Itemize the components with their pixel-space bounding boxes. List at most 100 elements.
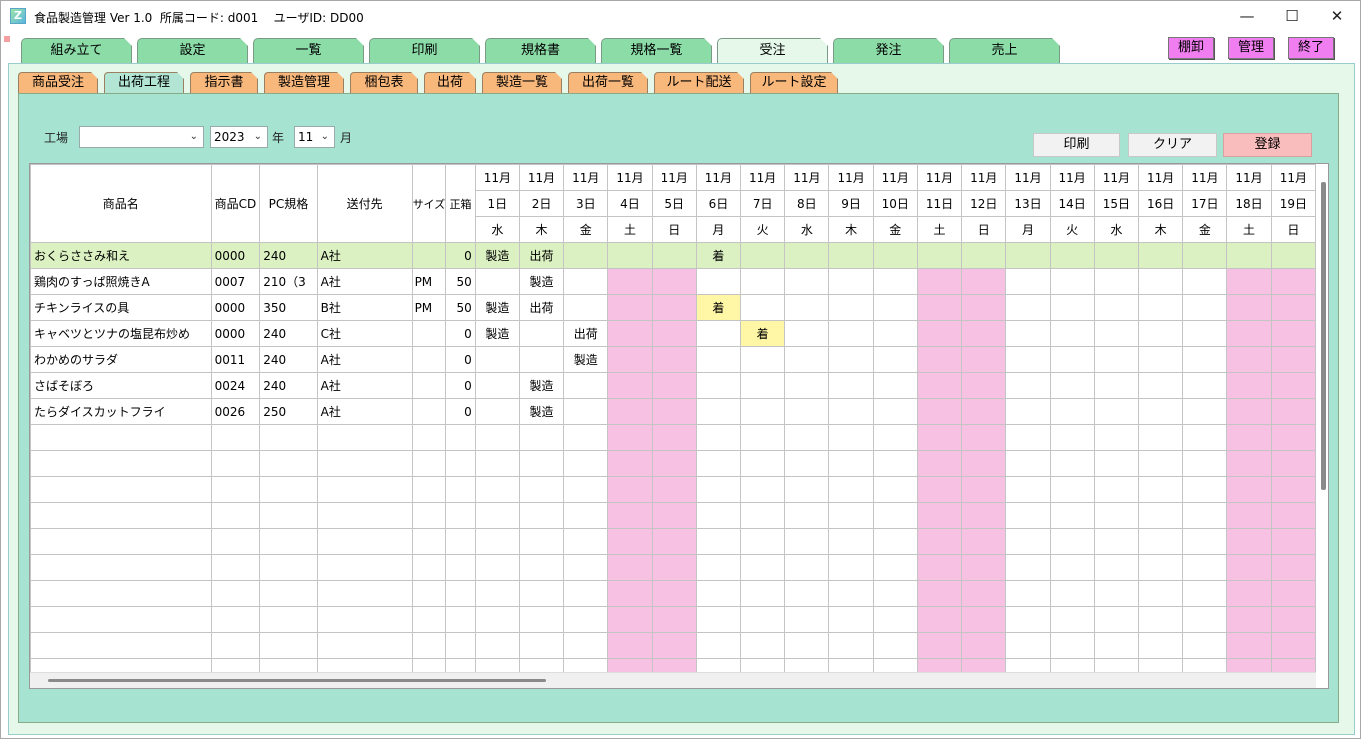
- cell-schedule-empty[interactable]: [695, 580, 742, 607]
- cell-schedule[interactable]: [1226, 346, 1272, 373]
- cell-schedule[interactable]: [1226, 268, 1272, 295]
- cell-schedule[interactable]: [1005, 346, 1051, 373]
- cell-schedule[interactable]: 製造: [474, 294, 520, 321]
- cell-schedule-empty[interactable]: [916, 580, 963, 607]
- cell-empty[interactable]: [30, 476, 212, 503]
- cell-schedule-empty[interactable]: [474, 606, 520, 633]
- cell-schedule[interactable]: [1182, 372, 1228, 399]
- cell-schedule-empty[interactable]: [916, 606, 963, 633]
- cell-schedule-empty[interactable]: [651, 658, 697, 672]
- cell-product-name[interactable]: チキンライスの具: [30, 294, 212, 321]
- cell-schedule-empty[interactable]: [872, 606, 918, 633]
- cell-schedule-empty[interactable]: [1093, 502, 1140, 529]
- cell-pc-spec[interactable]: 240: [259, 372, 318, 399]
- cell-size[interactable]: PM: [411, 268, 447, 295]
- cell-schedule-empty[interactable]: [651, 476, 697, 503]
- cell-schedule[interactable]: [1226, 372, 1272, 399]
- cell-schedule[interactable]: [607, 242, 653, 269]
- cell-schedule[interactable]: [474, 372, 520, 399]
- cell-schedule-empty[interactable]: [872, 580, 918, 607]
- cell-schedule-empty[interactable]: [1182, 476, 1228, 503]
- cell-schedule-empty[interactable]: [916, 632, 963, 659]
- cell-schedule-empty[interactable]: [1226, 424, 1272, 451]
- cell-schedule-empty[interactable]: [1182, 632, 1228, 659]
- cell-schedule[interactable]: [1137, 294, 1184, 321]
- cell-size[interactable]: [411, 320, 447, 347]
- cell-schedule-empty[interactable]: [1093, 554, 1140, 581]
- cell-schedule-empty[interactable]: [1137, 632, 1184, 659]
- cell-schedule[interactable]: [651, 372, 697, 399]
- cell-schedule-empty[interactable]: [740, 606, 786, 633]
- cell-schedule-empty[interactable]: [828, 580, 874, 607]
- table-row[interactable]: さばそぼろ 0024 240 A社 0 製造: [30, 372, 1316, 399]
- cell-empty[interactable]: [210, 528, 261, 555]
- cell-empty[interactable]: [445, 476, 476, 503]
- cell-box[interactable]: 50: [445, 268, 476, 295]
- cell-schedule-empty[interactable]: [961, 424, 1007, 451]
- cell-empty[interactable]: [259, 502, 318, 529]
- tab-settings[interactable]: 設定: [137, 38, 248, 63]
- cell-empty[interactable]: [30, 502, 212, 529]
- cell-schedule[interactable]: [740, 398, 786, 425]
- cell-schedule-empty[interactable]: [563, 528, 609, 555]
- cell-schedule-empty[interactable]: [1182, 424, 1228, 451]
- cell-schedule[interactable]: [828, 398, 874, 425]
- cell-schedule-empty[interactable]: [607, 606, 653, 633]
- cell-product-name[interactable]: さばそぼろ: [30, 372, 212, 399]
- subtab-packing-list[interactable]: 梱包表: [350, 72, 418, 94]
- cell-schedule[interactable]: [563, 294, 609, 321]
- cell-schedule[interactable]: [563, 268, 609, 295]
- cell-schedule[interactable]: [828, 320, 874, 347]
- cell-schedule[interactable]: [1182, 294, 1228, 321]
- cell-schedule[interactable]: [1226, 294, 1272, 321]
- tab-spec-list[interactable]: 規格一覧: [601, 38, 712, 63]
- cell-schedule-empty[interactable]: [1049, 502, 1095, 529]
- cell-schedule[interactable]: [1226, 398, 1272, 425]
- cell-schedule-empty[interactable]: [828, 476, 874, 503]
- cell-schedule[interactable]: [872, 398, 918, 425]
- cell-schedule[interactable]: [872, 294, 918, 321]
- cell-schedule-empty[interactable]: [1137, 554, 1184, 581]
- cell-schedule-empty[interactable]: [474, 450, 520, 477]
- cell-schedule-empty[interactable]: [474, 580, 520, 607]
- cell-schedule[interactable]: [651, 320, 697, 347]
- cell-empty[interactable]: [445, 450, 476, 477]
- table-row[interactable]: キャベツとツナの塩昆布炒め 0000 240 C社 0 製造 出荷 着: [30, 320, 1316, 347]
- cell-schedule[interactable]: [828, 242, 874, 269]
- cell-schedule-empty[interactable]: [1093, 450, 1140, 477]
- cell-pc-spec[interactable]: 210（3: [259, 268, 318, 295]
- cell-schedule-empty[interactable]: [651, 606, 697, 633]
- cell-schedule[interactable]: [1270, 346, 1316, 373]
- cell-empty[interactable]: [210, 632, 261, 659]
- cell-schedule[interactable]: [872, 242, 918, 269]
- cell-empty[interactable]: [259, 606, 318, 633]
- cell-size[interactable]: [411, 242, 447, 269]
- cell-schedule-empty[interactable]: [563, 632, 609, 659]
- cell-schedule-empty[interactable]: [607, 450, 653, 477]
- cell-schedule[interactable]: [563, 372, 609, 399]
- cell-schedule-empty[interactable]: [1182, 450, 1228, 477]
- subtab-shipping-process[interactable]: 出荷工程: [104, 72, 184, 94]
- cell-schedule-empty[interactable]: [1005, 554, 1051, 581]
- cell-schedule-empty[interactable]: [1049, 424, 1095, 451]
- cell-schedule-empty[interactable]: [1270, 502, 1316, 529]
- cell-empty[interactable]: [259, 580, 318, 607]
- cell-schedule[interactable]: [1049, 398, 1095, 425]
- cell-schedule-empty[interactable]: [1049, 450, 1095, 477]
- cell-schedule[interactable]: [916, 320, 963, 347]
- cell-schedule[interactable]: [1005, 294, 1051, 321]
- cell-schedule-empty[interactable]: [1182, 502, 1228, 529]
- cell-schedule-empty[interactable]: [1093, 632, 1140, 659]
- empty-row[interactable]: [30, 554, 1316, 581]
- cell-schedule-empty[interactable]: [607, 502, 653, 529]
- cell-schedule-empty[interactable]: [1005, 580, 1051, 607]
- cell-empty[interactable]: [259, 554, 318, 581]
- empty-row[interactable]: [30, 528, 1316, 555]
- cell-schedule[interactable]: [916, 268, 963, 295]
- cell-schedule[interactable]: [961, 372, 1007, 399]
- cell-schedule-empty[interactable]: [695, 632, 742, 659]
- cell-empty[interactable]: [411, 528, 447, 555]
- cell-schedule-empty[interactable]: [607, 580, 653, 607]
- cell-schedule[interactable]: [1137, 398, 1184, 425]
- cell-product-name[interactable]: おくらささみ和え: [30, 242, 212, 269]
